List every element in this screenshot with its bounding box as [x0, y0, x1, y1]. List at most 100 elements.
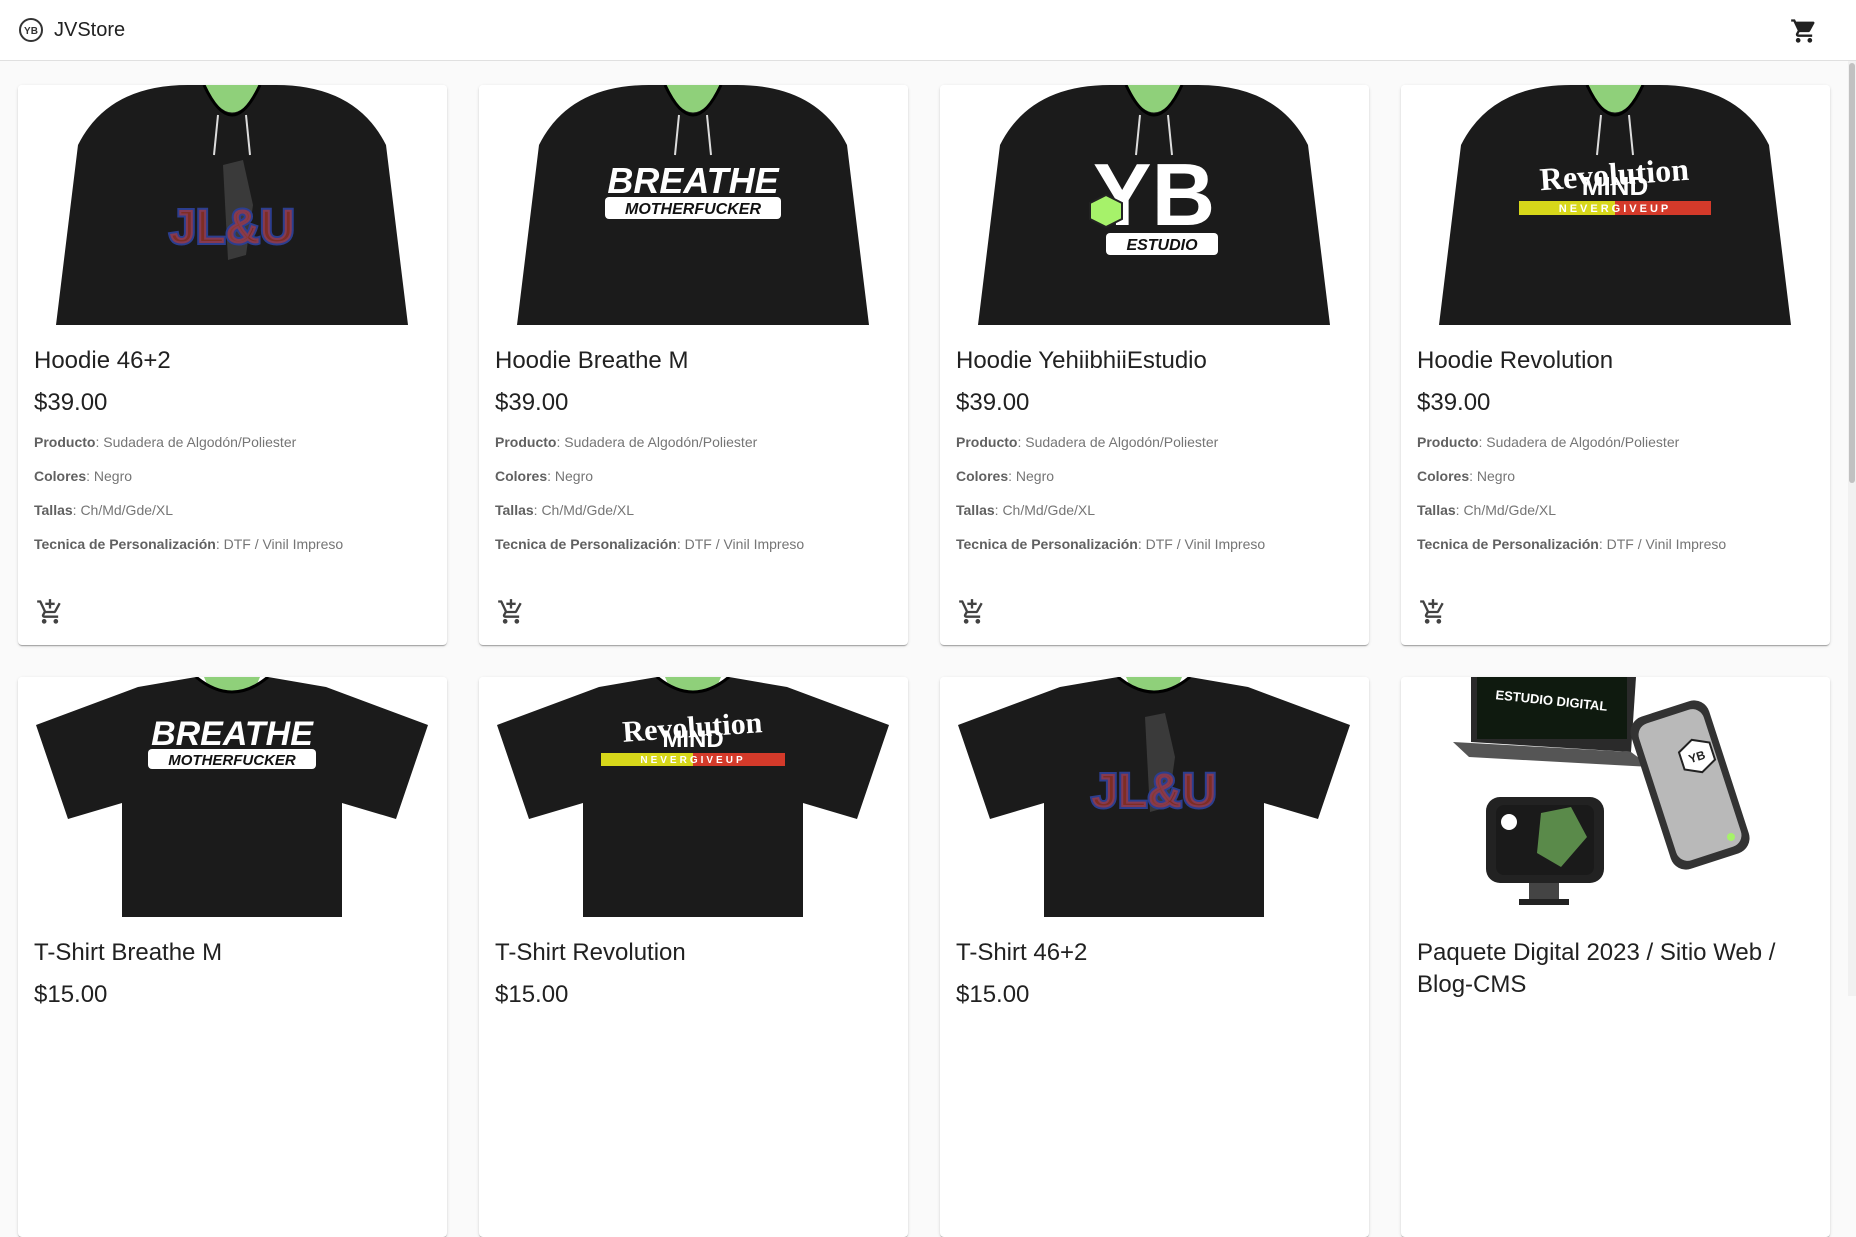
product-title[interactable]: Hoodie Breathe M: [495, 345, 892, 377]
spec-label: Tallas: [1417, 502, 1456, 518]
product-image[interactable]: BREATHE MOTHERFUCKER: [18, 677, 447, 917]
product-title[interactable]: T-Shirt Breathe M: [34, 937, 431, 969]
product-title[interactable]: Hoodie YehiibhiiEstudio: [956, 345, 1353, 377]
design-graphic: BREATHE MOTHERFUCKER: [605, 160, 781, 219]
card-content: T-Shirt 46+2 $15.00: [940, 917, 1369, 1011]
add-to-cart-icon[interactable]: [958, 598, 986, 626]
design-subtext: NEVERGIVEUP: [640, 755, 745, 766]
product-image[interactable]: JL&U JL&U: [940, 677, 1369, 917]
product-card[interactable]: JL&U JL&U Hoodie 46+2 $39.00 Producto: S…: [18, 85, 447, 645]
product-image[interactable]: JL&U JL&U: [18, 85, 447, 325]
product-card[interactable]: BREATHE MOTHERFUCKER Hoodie Breathe M $3…: [479, 85, 908, 645]
product-title[interactable]: T-Shirt Revolution: [495, 937, 892, 969]
spec-label: Colores: [34, 468, 87, 484]
spec-label: Producto: [495, 434, 557, 450]
hoodie-image: BREATHE MOTHERFUCKER: [479, 85, 908, 325]
logo-icon: YB: [19, 18, 43, 42]
product-price: $39.00: [495, 389, 569, 416]
spec-value: Sudadera de Algodón/Poliester: [564, 434, 758, 450]
product-price: $15.00: [495, 981, 569, 1008]
spec-value: Sudadera de Algodón/Poliester: [1486, 434, 1680, 450]
spec-tallas: Tallas: Ch/Md/Gde/XL: [495, 502, 635, 518]
spec-producto: Producto: Sudadera de Algodón/Poliester: [956, 434, 1219, 450]
spec-tecnica: Tecnica de Personalización: DTF / Vinil …: [495, 536, 805, 552]
app-bar: YB JVStore: [0, 0, 1856, 61]
spec-label: Producto: [956, 434, 1018, 450]
spec-tecnica: Tecnica de Personalización: DTF / Vinil …: [956, 536, 1266, 552]
product-title[interactable]: Paquete Digital 2023 / Sitio Web / Blog-…: [1417, 937, 1814, 1001]
product-specs: Producto: Sudadera de Algodón/Poliester C…: [956, 431, 1353, 567]
spec-label: Tecnica de Personalización: [34, 536, 216, 552]
product-price: $39.00: [34, 389, 108, 416]
card-content: Hoodie YehiibhiiEstudio $39.00 Producto:…: [940, 325, 1369, 567]
hoodie-image: JL&U JL&U: [18, 85, 447, 325]
add-to-cart-icon[interactable]: [1419, 598, 1447, 626]
app-title: JVStore: [54, 18, 126, 41]
spec-tallas: Tallas: Ch/Md/Gde/XL: [34, 502, 174, 518]
spec-value: Negro: [93, 468, 133, 484]
product-price: $39.00: [956, 389, 1030, 416]
svg-text:JL&U: JL&U: [169, 201, 294, 254]
card-content: Hoodie Breathe M $39.00 Producto: Sudade…: [479, 325, 908, 567]
spec-value: Ch/Md/Gde/XL: [541, 502, 635, 518]
scrollbar-thumb[interactable]: [1849, 63, 1855, 483]
spec-label: Producto: [1417, 434, 1479, 450]
card-content: T-Shirt Breathe M $15.00: [18, 917, 447, 1011]
spec-label: Colores: [956, 468, 1009, 484]
svg-text:JL&U: JL&U: [1091, 765, 1216, 818]
card-content: Hoodie 46+2 $39.00 Producto: Sudadera de…: [18, 325, 447, 567]
product-card[interactable]: YB ESTUDIO Hoodie YehiibhiiEstudio $39.0…: [940, 85, 1369, 645]
card-content: Hoodie Revolution $39.00 Producto: Sudad…: [1401, 325, 1830, 567]
design-graphic: BREATHE MOTHERFUCKER: [148, 715, 316, 769]
shopping-cart-icon[interactable]: [1790, 17, 1818, 45]
card-content: T-Shirt Revolution $15.00: [479, 917, 908, 1011]
product-card[interactable]: Revolution MIND NEVERGIVEUP Hoodie Revol…: [1401, 85, 1830, 645]
design-subtext: ESTUDIO: [1126, 237, 1198, 254]
design-subtext: NEVERGIVEUP: [1559, 203, 1671, 215]
spec-colores: Colores: Negro: [34, 468, 133, 484]
spec-label: Tallas: [495, 502, 534, 518]
spec-label: Colores: [495, 468, 548, 484]
product-image[interactable]: BREATHE MOTHERFUCKER: [479, 85, 908, 325]
product-image[interactable]: ESTUDIO DIGITAL YB: [1401, 677, 1830, 917]
add-to-cart-icon[interactable]: [497, 598, 525, 626]
spec-label: Colores: [1417, 468, 1470, 484]
spec-value: DTF / Vinil Impreso: [1145, 536, 1266, 552]
spec-label: Tallas: [956, 502, 995, 518]
product-card[interactable]: BREATHE MOTHERFUCKER T-Shirt Breathe M $…: [18, 677, 447, 1237]
spec-value: Sudadera de Algodón/Poliester: [1025, 434, 1219, 450]
spec-tallas: Tallas: Ch/Md/Gde/XL: [956, 502, 1096, 518]
page-scrollbar[interactable]: [1848, 61, 1856, 996]
spec-tallas: Tallas: Ch/Md/Gde/XL: [1417, 502, 1557, 518]
spec-colores: Colores: Negro: [1417, 468, 1516, 484]
tshirt-image: JL&U JL&U: [940, 677, 1369, 917]
product-image[interactable]: Revolution MIND NEVERGIVEUP: [1401, 85, 1830, 325]
product-image[interactable]: YB ESTUDIO: [940, 85, 1369, 325]
card-content: Paquete Digital 2023 / Sitio Web / Blog-…: [1401, 917, 1830, 1001]
spec-producto: Producto: Sudadera de Algodón/Poliester: [495, 434, 758, 450]
product-title[interactable]: Hoodie Revolution: [1417, 345, 1814, 377]
tshirt-image: Revolution MIND NEVERGIVEUP: [479, 677, 908, 917]
spec-value: DTF / Vinil Impreso: [1606, 536, 1727, 552]
product-image[interactable]: Revolution MIND NEVERGIVEUP: [479, 677, 908, 917]
product-title[interactable]: Hoodie 46+2: [34, 345, 431, 377]
design-text: BREATHE: [151, 715, 314, 753]
spec-tecnica: Tecnica de Personalización: DTF / Vinil …: [34, 536, 344, 552]
spec-value: DTF / Vinil Impreso: [223, 536, 344, 552]
spec-value: Negro: [1015, 468, 1055, 484]
product-card[interactable]: Revolution MIND NEVERGIVEUP T-Shirt Revo…: [479, 677, 908, 1237]
product-card[interactable]: JL&U JL&U T-Shirt 46+2 $15.00: [940, 677, 1369, 1237]
spec-colores: Colores: Negro: [956, 468, 1055, 484]
product-title[interactable]: T-Shirt 46+2: [956, 937, 1353, 969]
spec-value: DTF / Vinil Impreso: [684, 536, 805, 552]
spec-tecnica: Tecnica de Personalización: DTF / Vinil …: [1417, 536, 1727, 552]
spec-colores: Colores: Negro: [495, 468, 594, 484]
design-text: YB: [1093, 145, 1215, 244]
spec-value: Sudadera de Algodón/Poliester: [103, 434, 297, 450]
add-to-cart-icon[interactable]: [36, 598, 64, 626]
product-specs: Producto: Sudadera de Algodón/Poliester C…: [1417, 431, 1814, 567]
design-text: BREATHE: [607, 160, 779, 201]
design-graphic: YB ESTUDIO: [1089, 145, 1218, 255]
product-card[interactable]: ESTUDIO DIGITAL YB Paquete Digital 2023 …: [1401, 677, 1830, 1237]
spec-producto: Producto: Sudadera de Algodón/Poliester: [34, 434, 297, 450]
